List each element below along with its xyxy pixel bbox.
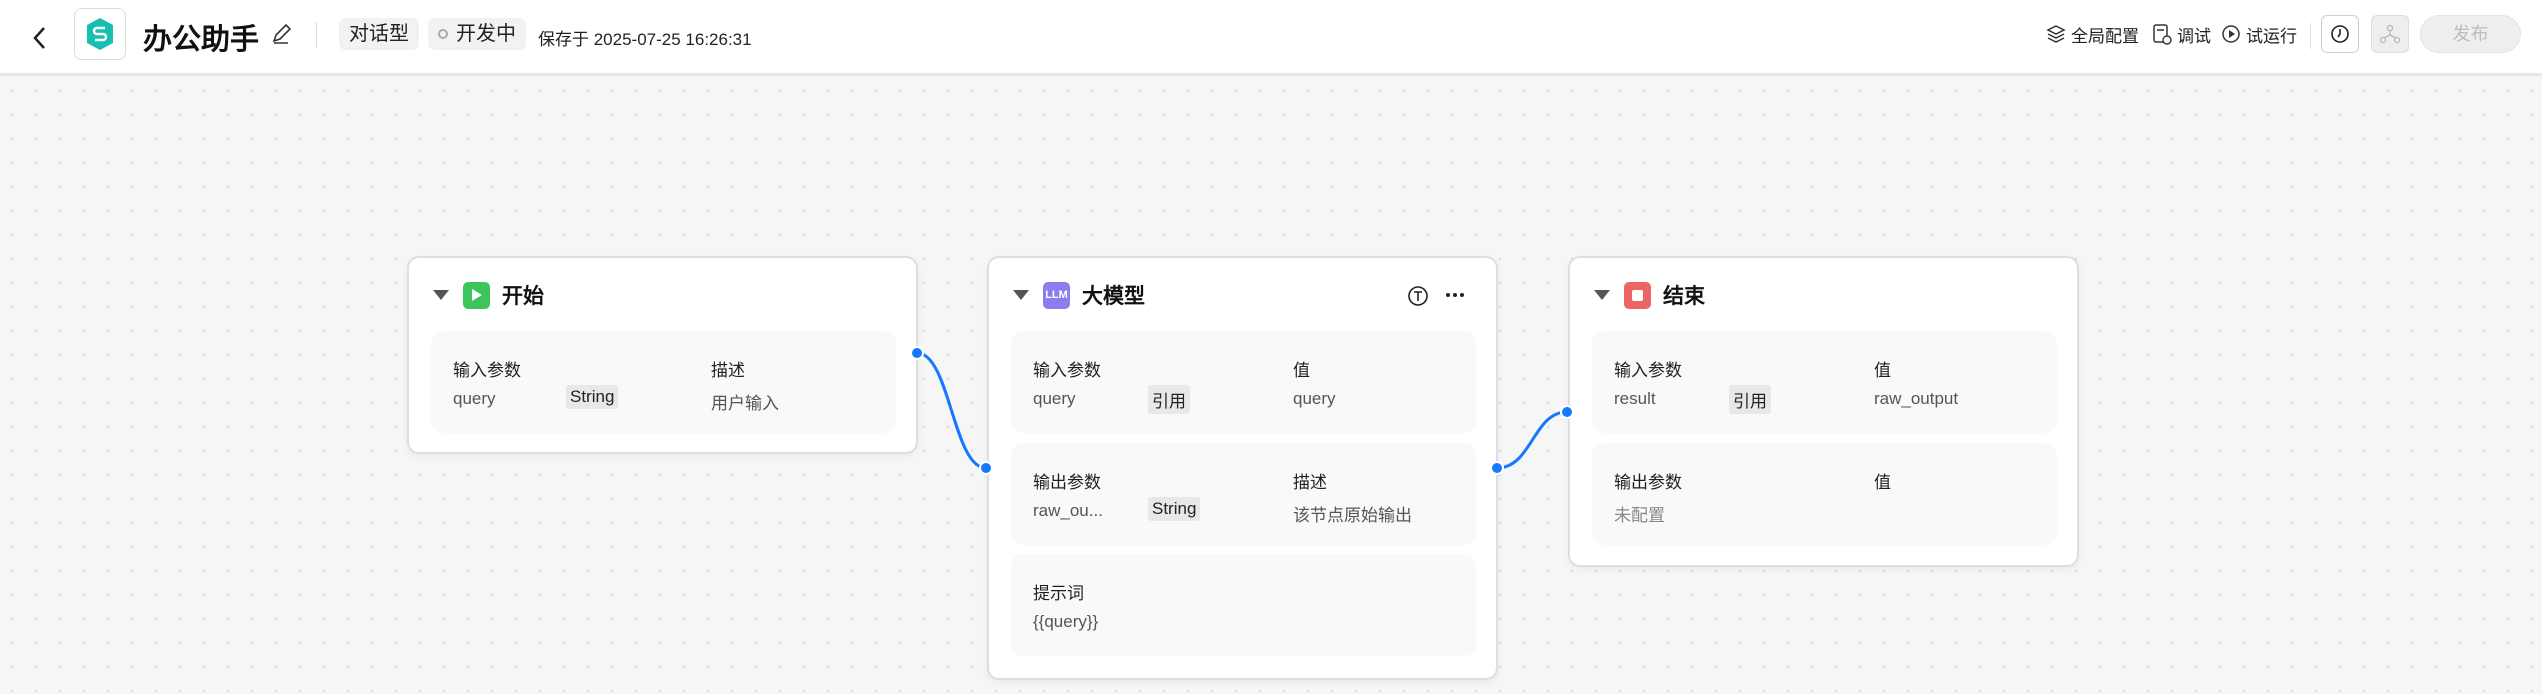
- type-badge: 引用: [1729, 385, 1771, 414]
- end-input-handle[interactable]: [1560, 405, 1574, 419]
- col-header: 输入参数: [1033, 361, 1101, 380]
- collapse-caret-icon[interactable]: [1594, 290, 1610, 300]
- prompt-value: {{query}}: [1033, 612, 1099, 631]
- more-icon[interactable]: [1445, 290, 1465, 300]
- start-node[interactable]: 开始 输入参数 描述 query String 用户输入: [407, 256, 918, 454]
- col-header: 描述: [711, 361, 745, 380]
- param-value: query: [1293, 389, 1336, 408]
- input-params-section: 输入参数 描述 query String 用户输入: [431, 331, 896, 433]
- param-desc: 用户输入: [711, 394, 779, 413]
- llm-icon: LLM: [1043, 281, 1070, 309]
- collapse-caret-icon[interactable]: [433, 290, 449, 300]
- param-desc: 该节点原始输出: [1293, 506, 1412, 525]
- stop-icon: [1624, 281, 1651, 309]
- output-params-section: 输出参数 描述 raw_ou... String 该节点原始输出: [1011, 443, 1476, 545]
- llm-input-handle[interactable]: [979, 461, 993, 475]
- col-header: 值: [1874, 473, 1891, 492]
- end-node[interactable]: 结束 输入参数 值 result 引用 raw_output 输出参数 值 未配…: [1568, 256, 2079, 567]
- node-title: 大模型: [1082, 285, 1145, 308]
- play-icon: [463, 281, 490, 309]
- start-output-handle[interactable]: [910, 346, 924, 360]
- edge-llm-end: [1496, 410, 1568, 470]
- llm-node[interactable]: LLM 大模型 输入参数 值 query 引用 query 输出参数 描述 ra…: [987, 256, 1498, 680]
- col-header: 输出参数: [1614, 473, 1682, 492]
- col-header: 输入参数: [1614, 361, 1682, 380]
- type-badge: String: [566, 385, 619, 409]
- llm-output-handle[interactable]: [1490, 461, 1504, 475]
- type-badge: String: [1148, 497, 1201, 521]
- param-name: query: [1033, 389, 1076, 408]
- type-badge: 引用: [1148, 385, 1190, 414]
- input-params-section: 输入参数 值 query 引用 query: [1011, 331, 1476, 433]
- text-mode-icon[interactable]: [1407, 285, 1429, 307]
- param-value: raw_output: [1874, 389, 1959, 408]
- prompt-label: 提示词: [1033, 584, 1084, 603]
- col-header: 值: [1293, 361, 1310, 380]
- empty-text: 未配置: [1614, 506, 1665, 525]
- col-header: 值: [1874, 361, 1891, 380]
- node-title: 结束: [1663, 285, 1705, 308]
- node-title: 开始: [502, 285, 544, 308]
- col-header: 输入参数: [453, 361, 521, 380]
- edge-start-llm: [916, 351, 987, 470]
- col-header: 输出参数: [1033, 473, 1101, 492]
- prompt-section: 提示词 {{query}}: [1011, 554, 1476, 656]
- param-name: result: [1614, 389, 1656, 408]
- collapse-caret-icon[interactable]: [1013, 290, 1029, 300]
- input-params-section: 输入参数 值 result 引用 raw_output: [1592, 331, 2057, 433]
- param-name: raw_ou...: [1033, 501, 1103, 520]
- col-header: 描述: [1293, 473, 1327, 492]
- output-params-section: 输出参数 值 未配置: [1592, 443, 2057, 545]
- param-name: query: [453, 389, 496, 408]
